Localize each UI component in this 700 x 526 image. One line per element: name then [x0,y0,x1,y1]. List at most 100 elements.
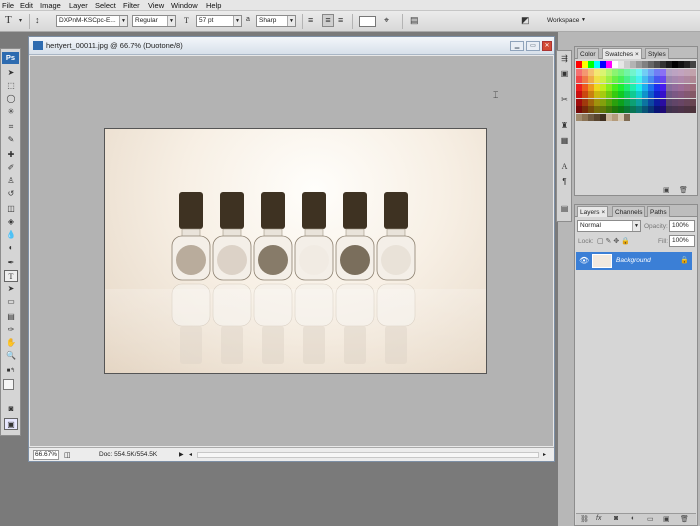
rectangle-tool-icon[interactable]: ▭ [4,296,18,308]
adjustment-layer-icon[interactable]: ◐ [631,515,635,522]
new-group-icon[interactable]: ▭ [647,515,654,523]
warp-text-icon[interactable]: ⌖ [384,15,389,26]
color-swatch[interactable] [690,83,696,91]
menu-file[interactable]: File [2,1,14,10]
history-icon[interactable]: ♜ [559,121,570,131]
link-layers-icon[interactable]: ⛓ [580,515,589,523]
align-center-icon[interactable]: ≡ [322,14,334,27]
layer-mask-icon[interactable]: ◙ [614,515,618,522]
paint-bucket-tool-icon[interactable]: ◈ [4,216,18,228]
type-tool-selected-icon[interactable]: T [4,270,18,282]
maximize-button[interactable]: ▭ [526,41,540,51]
layer-comps-icon[interactable]: ▤ [559,204,570,214]
font-family-select[interactable]: DXPnM-KSCpc-E... ▼ [56,15,128,27]
layer-row-background[interactable]: 👁 Background 🔒 [576,252,692,270]
fill-field[interactable]: 100% [669,235,695,247]
hand-tool-icon[interactable]: ✋ [4,337,18,349]
menu-view[interactable]: View [148,1,164,10]
menu-layer[interactable]: Layer [69,1,88,10]
clone-stamp-tool-icon[interactable]: ♙ [4,175,18,187]
tools-preset-icon[interactable]: ✂ [559,95,570,105]
tab-swatches[interactable]: Swatches × [602,48,642,59]
image-canvas[interactable] [104,128,487,374]
visibility-eye-icon[interactable]: 👁 [579,256,589,265]
chevron-down-icon[interactable]: ▼ [581,17,586,23]
align-right-icon[interactable]: ≡ [338,15,343,25]
color-swatch[interactable] [690,106,696,113]
bridge-icon[interactable]: ◩ [521,15,530,26]
swatch-grid[interactable] [576,61,696,121]
notes-tool-icon[interactable]: ▤ [4,311,18,323]
color-swatch[interactable] [690,114,696,121]
align-left-icon[interactable]: ≡ [308,15,313,25]
zoom-tool-icon[interactable]: 🔍 [4,350,18,362]
menu-image[interactable]: Image [40,1,61,10]
scroll-right-icon[interactable]: ▸ [543,451,546,458]
menu-help[interactable]: Help [206,1,221,10]
actions-icon[interactable]: ▦ [559,136,570,146]
move-tool-icon[interactable]: ➤ [4,67,18,79]
screen-mode-icon[interactable]: ▣ [4,418,18,430]
tab-paths[interactable]: Paths [647,206,670,217]
history-brush-tool-icon[interactable]: ↺ [4,188,18,200]
opacity-field[interactable]: 100% [669,220,695,232]
close-icon[interactable]: × [635,51,639,58]
text-orientation-icon[interactable]: ↕ [35,15,40,25]
eraser-tool-icon[interactable]: ◫ [4,203,18,215]
blur-tool-icon[interactable]: 💧 [4,229,18,241]
scroll-left-icon[interactable]: ◂ [189,451,192,458]
tab-layers[interactable]: Layers × [577,206,609,217]
canvas-area[interactable] [30,56,553,446]
paragraph-icon[interactable]: ¶ [559,177,570,187]
menu-window[interactable]: Window [171,1,198,10]
workspace-menu[interactable]: Workspace [547,17,579,24]
lasso-tool-icon[interactable]: ◯ [4,93,18,105]
tab-color[interactable]: Color [577,48,599,59]
quick-mask-icon[interactable]: ◙ [4,403,18,415]
tool-preset-arrow-icon[interactable]: ▾ [19,17,22,24]
close-icon[interactable]: × [601,209,605,216]
crop-tool-icon[interactable]: ⌗ [4,121,18,133]
lock-options-icon[interactable]: ▢ ✎ ✥ 🔒 [597,237,630,245]
menu-select[interactable]: Select [95,1,116,10]
delete-swatch-icon[interactable]: 🗑 [679,186,688,194]
close-button[interactable]: ✕ [542,41,552,51]
histogram-icon[interactable]: ▣ [559,69,570,79]
menu-edit[interactable]: Edit [20,1,33,10]
blend-mode-select[interactable]: Normal ▼ [577,220,641,232]
magic-wand-tool-icon[interactable]: ✳ [4,106,18,118]
color-swatch[interactable] [690,68,696,76]
color-swatch[interactable] [690,61,696,68]
slice-tool-icon[interactable]: ✎ [4,134,18,146]
foreground-color-swatch[interactable] [3,379,14,390]
tab-styles[interactable]: Styles [645,48,669,59]
minimize-button[interactable]: ▁ [510,41,524,51]
zoom-level-field[interactable]: 66.67% [33,450,59,460]
menu-filter[interactable]: Filter [123,1,140,10]
pen-tool-icon[interactable]: ✒ [4,257,18,269]
font-size-field[interactable]: 57 pt ▼ [196,15,242,27]
marquee-tool-icon[interactable]: ⬚ [4,80,18,92]
healing-brush-tool-icon[interactable]: ✚ [4,149,18,161]
color-swatch[interactable] [690,91,696,98]
navigator-icon[interactable]: ⇶ [559,54,570,64]
color-swatch[interactable] [690,76,696,83]
text-color-swatch[interactable] [359,16,376,27]
font-style-select[interactable]: Regular ▼ [132,15,176,27]
default-colors-icon[interactable]: ■↰ [4,365,18,377]
tab-channels[interactable]: Channels [612,206,646,217]
layer-style-icon[interactable]: fx [596,515,601,522]
path-selection-tool-icon[interactable]: ➤ [4,283,18,295]
character-icon[interactable]: A [559,162,570,172]
new-swatch-icon[interactable]: ▣ [663,186,670,194]
type-tool-icon[interactable]: T [5,14,12,26]
delete-layer-icon[interactable]: 🗑 [680,515,689,523]
status-menu-arrow-icon[interactable]: ▶ [179,451,184,458]
brush-tool-icon[interactable]: ✐ [4,162,18,174]
horizontal-scrollbar[interactable] [197,452,539,458]
dodge-tool-icon[interactable]: ◐ [4,242,18,254]
antialias-select[interactable]: Sharp ▼ [256,15,296,27]
new-layer-icon[interactable]: ▣ [663,515,670,523]
status-preview-icon[interactable]: ◫ [64,451,71,459]
palettes-icon[interactable]: ▤ [410,15,419,26]
